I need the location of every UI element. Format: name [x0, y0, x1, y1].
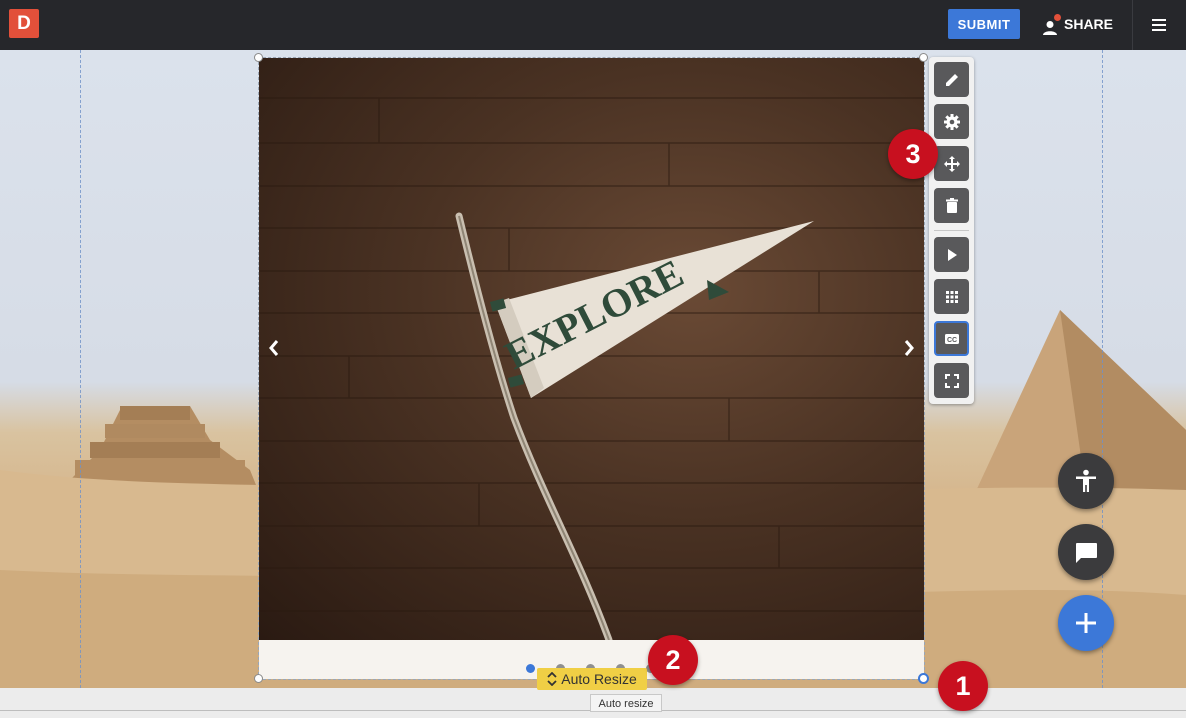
topbar-divider [1132, 0, 1133, 50]
toolbar-separator [934, 230, 969, 231]
next-slide-button[interactable] [894, 328, 924, 368]
left-guide-line [80, 50, 81, 688]
play-icon [947, 248, 957, 261]
block-toolbar: CC [929, 57, 974, 404]
resize-handle-top-right[interactable] [919, 53, 928, 62]
person-icon [1042, 14, 1061, 35]
chevron-left-icon [269, 340, 279, 356]
step-badge-1: 1 [938, 661, 988, 711]
hamburger-menu-icon[interactable] [1150, 16, 1168, 34]
accessibility-icon [1076, 469, 1096, 492]
resize-handle-bottom-left[interactable] [254, 674, 263, 683]
captions-button[interactable]: CC [934, 321, 969, 356]
app-logo[interactable]: D [9, 9, 39, 38]
top-bar: D SUBMIT SHARE [0, 0, 1186, 50]
settings-button[interactable] [934, 104, 969, 139]
submit-button[interactable]: SUBMIT [948, 9, 1020, 39]
auto-resize-label: Auto Resize [561, 671, 637, 687]
share-label: SHARE [1064, 16, 1114, 32]
delete-button[interactable] [934, 188, 969, 223]
chat-icon [1076, 543, 1097, 563]
pencil-icon [945, 73, 958, 86]
fullscreen-button[interactable] [934, 363, 969, 398]
plus-icon [1076, 613, 1096, 633]
step-badge-2: 2 [648, 635, 698, 685]
auto-resize-tooltip: Auto resize [590, 694, 662, 712]
closed-captions-icon: CC [944, 333, 959, 344]
chat-button[interactable] [1058, 524, 1114, 580]
resize-handle-bottom-right[interactable] [918, 673, 929, 684]
up-down-arrows-icon [547, 672, 557, 686]
notification-dot [1054, 14, 1061, 21]
add-block-button[interactable] [1058, 595, 1114, 651]
svg-text:CC: CC [946, 337, 956, 344]
resize-handle-top-left[interactable] [254, 53, 263, 62]
play-button[interactable] [934, 237, 969, 272]
slide-image: EXPLORE [259, 58, 924, 640]
grid-icon [945, 290, 958, 303]
move-button[interactable] [934, 146, 969, 181]
fullscreen-icon [944, 373, 959, 388]
right-guide-line [1102, 50, 1103, 688]
gear-icon [943, 113, 960, 130]
trash-icon [945, 197, 958, 213]
step-badge-3: 3 [888, 129, 938, 179]
slideshow-block[interactable]: EXPLORE [258, 57, 925, 680]
share-button[interactable]: SHARE [1042, 9, 1113, 39]
grid-button[interactable] [934, 279, 969, 314]
previous-slide-button[interactable] [259, 328, 289, 368]
chevron-right-icon [904, 340, 914, 356]
edit-button[interactable] [934, 62, 969, 97]
move-icon [943, 155, 960, 172]
auto-resize-button[interactable]: Auto Resize [537, 668, 647, 690]
slide-dot[interactable] [526, 664, 535, 673]
accessibility-button[interactable] [1058, 453, 1114, 509]
